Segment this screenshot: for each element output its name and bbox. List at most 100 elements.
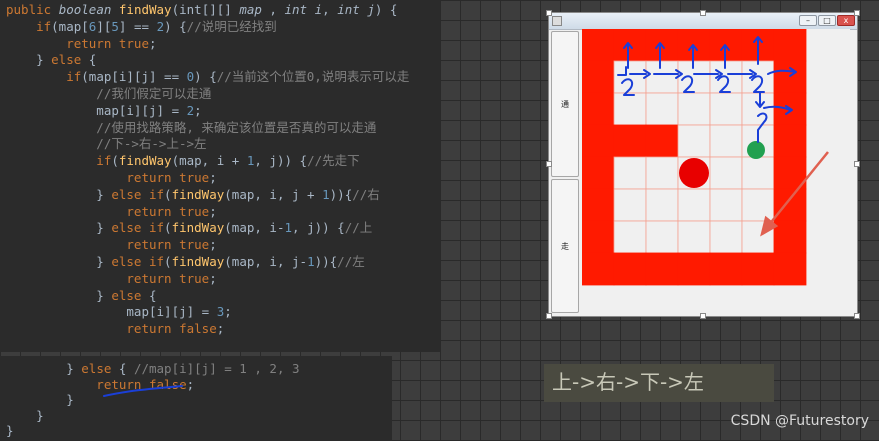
maze-open-cell	[613, 156, 647, 190]
code-line: map[i][j] = 3;	[6, 304, 232, 320]
code-line: return true;	[6, 270, 217, 286]
maze-open-cell	[613, 220, 647, 254]
maze-wall-cell	[773, 252, 807, 286]
maze-open-cell	[709, 156, 743, 190]
selection-handle[interactable]	[854, 161, 860, 167]
maze-open-cell	[741, 156, 775, 190]
maze-app-window: – □ x 通 走	[548, 12, 858, 317]
maze-wall-cell	[613, 252, 647, 286]
maze-wall-cell	[582, 220, 615, 254]
code-editor[interactable]: public boolean findWay(int[][] map , int…	[0, 0, 440, 352]
maze-open-cell	[677, 220, 711, 254]
green-marker	[747, 141, 765, 159]
selection-handle[interactable]	[546, 10, 552, 16]
selection-handle[interactable]	[700, 313, 706, 319]
maze-open-cell	[677, 124, 711, 158]
maze-board	[582, 29, 850, 316]
maze-wall-cell	[709, 252, 743, 286]
java-app-icon	[552, 16, 562, 26]
csdn-watermark: CSDN @Futurestory	[730, 413, 869, 429]
code-line: if(findWay(map, i + 1, j)) {//先走下	[6, 153, 360, 169]
code-line: //使用找路策略, 来确定该位置是否真的可以走通	[6, 119, 377, 135]
code-line: }	[6, 407, 44, 423]
maze-open-cell	[677, 92, 711, 126]
selection-handle[interactable]	[700, 10, 706, 16]
selection-handle[interactable]	[854, 313, 860, 319]
maze-open-cell	[741, 92, 775, 126]
maze-open-cell	[741, 188, 775, 222]
code-line: }	[6, 392, 74, 407]
maze-open-cell	[645, 92, 679, 126]
maze-wall-cell	[645, 252, 679, 286]
code-line: //下->右->上->左	[6, 136, 207, 152]
maze-wall-cell	[773, 29, 807, 62]
code-line: if(map[6][5] == 2) {//说明已经找到	[6, 18, 277, 34]
minimize-icon[interactable]: –	[799, 15, 817, 26]
code-line: }	[6, 423, 14, 438]
selection-handle[interactable]	[854, 10, 860, 16]
maze-open-cell	[741, 220, 775, 254]
maze-wall-cell	[709, 29, 743, 62]
maze-wall-cell	[773, 60, 807, 94]
maze-wall-cell	[773, 188, 807, 222]
selection-handle[interactable]	[546, 161, 552, 167]
walk-button[interactable]: 走	[551, 179, 579, 313]
maze-open-cell	[709, 220, 743, 254]
maze-wall-cell	[582, 124, 615, 158]
code-line: return false;	[6, 321, 225, 337]
maze-wall-cell	[582, 92, 615, 126]
red-ball	[679, 158, 709, 188]
code-line: } else if(findWay(map, i, j + 1)){//右	[6, 186, 380, 202]
code-line: return true;	[6, 203, 217, 219]
maze-open-cell	[709, 60, 743, 94]
maze-open-cell	[677, 60, 711, 94]
maze-wall-cell	[613, 29, 647, 62]
maze-open-cell	[645, 220, 679, 254]
maze-open-cell	[741, 60, 775, 94]
maze-wall-cell	[582, 156, 615, 190]
code-line: } else if(findWay(map, i-1, j)) {//上	[6, 220, 373, 236]
close-icon[interactable]: x	[837, 15, 855, 26]
code-line: return true;	[6, 35, 157, 51]
maze-open-cell	[645, 188, 679, 222]
code-line: } else { //map[i][j] = 1 , 2, 3	[6, 361, 300, 376]
maze-open-cell	[645, 60, 679, 94]
maze-wall-cell	[741, 252, 775, 286]
maze-canvas	[582, 29, 807, 286]
maze-wall-cell	[582, 60, 615, 94]
selection-handle[interactable]	[546, 313, 552, 319]
maze-wall-cell	[773, 124, 807, 158]
maze-wall-cell	[773, 92, 807, 126]
maze-open-cell	[613, 188, 647, 222]
code-line: return false;	[6, 376, 195, 392]
code-line: } else {	[6, 52, 97, 68]
search-order-caption: 上->右->下->左	[552, 370, 704, 394]
maze-wall-cell	[773, 220, 807, 254]
maze-open-cell	[613, 92, 647, 126]
maze-wall-cell	[613, 124, 647, 158]
code-line: } else if(findWay(map, i, j-1)){//左	[6, 254, 365, 269]
maze-wall-cell	[677, 252, 711, 286]
maximize-icon[interactable]: □	[818, 15, 836, 26]
code-line: //我们假定可以走通	[6, 86, 212, 101]
maze-wall-cell	[773, 156, 807, 190]
maze-open-cell	[645, 156, 679, 190]
code-editor-continuation[interactable]: } else { //map[i][j] = 1 , 2, 3 return f…	[0, 356, 392, 441]
maze-wall-cell	[741, 29, 775, 62]
maze-wall-cell	[645, 124, 679, 158]
maze-open-cell	[709, 124, 743, 158]
maze-wall-cell	[582, 29, 615, 62]
maze-wall-cell	[582, 252, 615, 286]
maze-wall-cell	[582, 188, 615, 222]
maze-open-cell	[709, 188, 743, 222]
maze-open-cell	[709, 92, 743, 126]
code-line: } else {	[6, 287, 157, 303]
maze-open-cell	[613, 60, 647, 94]
maze-wall-cell	[645, 29, 679, 62]
maze-wall-cell	[677, 29, 711, 62]
code-line: return true;	[6, 237, 217, 253]
maze-open-cell	[677, 188, 711, 222]
start-button[interactable]: 通	[551, 31, 579, 177]
caption-box: 上->右->下->左	[544, 364, 774, 402]
code-line: public boolean findWay(int[][] map , int…	[6, 2, 398, 17]
